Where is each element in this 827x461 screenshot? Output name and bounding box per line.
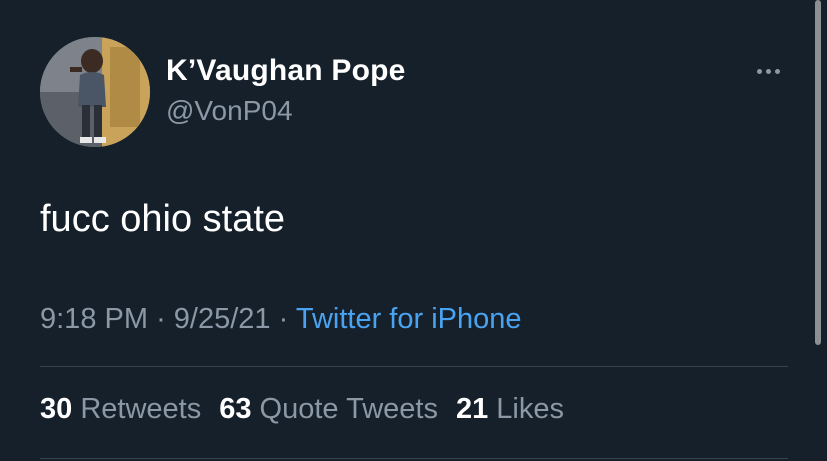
tweet-time[interactable]: 9:18 PM <box>40 303 148 335</box>
meta-separator: · <box>156 303 166 335</box>
more-dots-icon <box>774 68 780 74</box>
more-options-button[interactable] <box>748 58 788 84</box>
avatar-photo <box>40 37 150 147</box>
likes-count: 21 <box>455 393 489 425</box>
quote-tweets-label: Quote Tweets <box>259 393 438 425</box>
retweets-count: 30 <box>40 393 73 425</box>
tweet-detail: K’Vaughan Pope @VonP04 fucc ohio state 9… <box>0 0 827 461</box>
retweets-stat[interactable]: 30 Retweets <box>40 393 201 426</box>
likes-stat[interactable]: 21 Likes <box>456 393 564 426</box>
tweet-source-link[interactable]: Twitter for iPhone <box>296 303 522 335</box>
engagement-stats: 30 Retweets 63 Quote Tweets 21 Likes <box>40 393 564 426</box>
retweets-label: Retweets <box>80 393 202 425</box>
more-dots-icon <box>756 68 762 74</box>
likes-label: Likes <box>496 393 564 425</box>
avatar[interactable] <box>40 37 150 147</box>
quote-tweets-stat[interactable]: 63 Quote Tweets <box>219 393 438 426</box>
tweet-text: fucc ohio state <box>40 198 286 240</box>
quote-tweets-count: 63 <box>219 393 252 425</box>
meta-separator: · <box>278 303 289 335</box>
tweet-date[interactable]: 9/25/21 <box>174 303 271 335</box>
more-dots-icon <box>765 68 771 74</box>
author-handle[interactable]: @VonP04 <box>166 95 293 127</box>
author-display-name[interactable]: K’Vaughan Pope <box>166 54 406 88</box>
scrollbar[interactable] <box>815 0 821 345</box>
divider <box>40 366 788 367</box>
divider <box>40 458 788 459</box>
tweet-meta: 9:18 PM · 9/25/21 · Twitter for iPhone <box>40 303 522 336</box>
